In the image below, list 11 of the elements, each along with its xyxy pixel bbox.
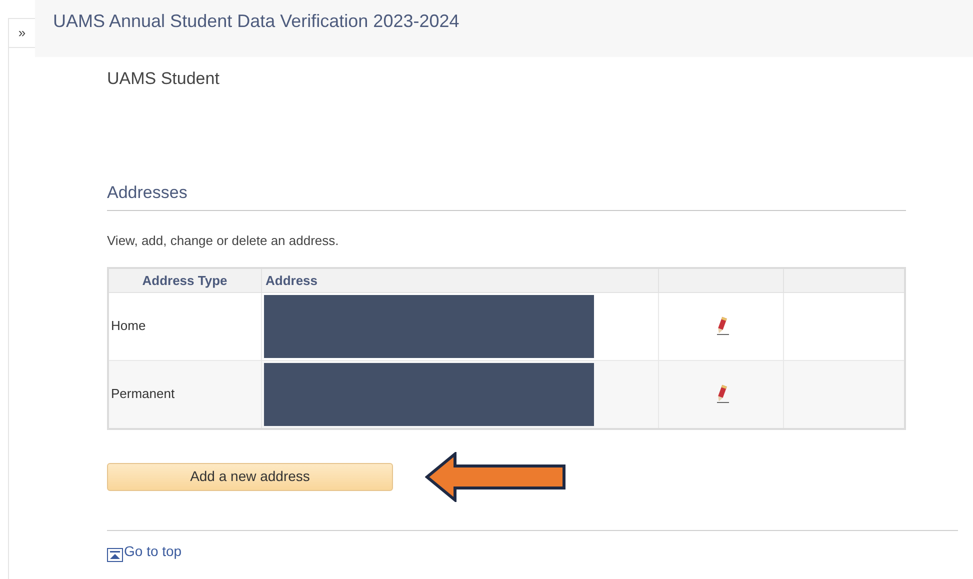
page-title: UAMS Annual Student Data Verification 2023-2024 [53,10,460,33]
section-description: View, add, change or delete an address. [107,233,339,248]
section-heading: Addresses [107,183,188,202]
go-to-top-link[interactable]: Go to top [107,540,182,562]
expand-button[interactable]: » [8,18,35,48]
add-address-button[interactable]: Add a new address [107,462,393,490]
table-cell: Home [108,292,261,360]
column-header: Address Type [108,268,261,292]
subtitle: UAMS Student [107,68,220,90]
column-header: Address [261,268,658,292]
arrow-up-icon [107,548,123,562]
